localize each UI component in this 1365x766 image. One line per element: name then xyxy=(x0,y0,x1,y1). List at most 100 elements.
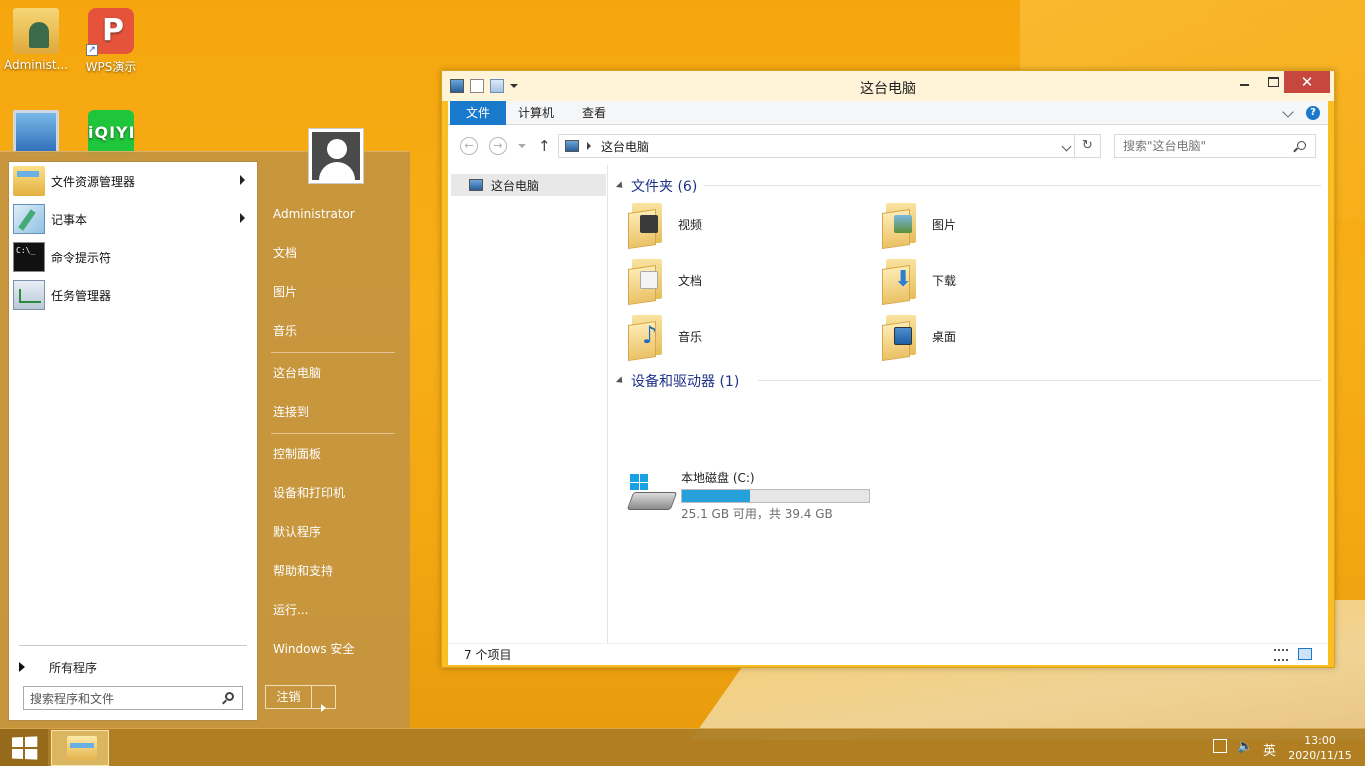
user-avatar[interactable] xyxy=(308,128,364,184)
start-place-default-programs[interactable]: 默认程序 xyxy=(273,522,321,542)
window-title: 这台电脑 xyxy=(860,81,916,97)
group-divider xyxy=(704,185,1321,186)
group-header-label: 设备和驱动器 (1) xyxy=(631,374,740,390)
system-clock[interactable]: 13:00 2020/11/15 xyxy=(1280,733,1360,763)
start-item-cmd[interactable]: C:\_ 命令提示符 xyxy=(9,238,257,276)
folder-item-videos[interactable]: 视频 xyxy=(628,201,702,249)
drive-label: 本地磁盘 (C:) xyxy=(681,471,755,485)
wps-presentation-icon: ↗ xyxy=(86,8,134,56)
search-input[interactable]: 搜索"这台电脑" xyxy=(1114,134,1316,158)
folder-item-music[interactable]: 音乐 xyxy=(628,313,702,361)
large-icons-view-icon[interactable] xyxy=(1298,648,1312,660)
taskbar-file-explorer[interactable] xyxy=(51,730,109,766)
start-place-music[interactable]: 音乐 xyxy=(273,321,297,341)
folder-label: 图片 xyxy=(932,217,957,232)
tab-view[interactable]: 查看 xyxy=(576,101,612,125)
local-disk-icon[interactable] xyxy=(626,474,678,514)
collapse-triangle-icon xyxy=(615,181,626,191)
start-button[interactable] xyxy=(0,729,48,766)
folder-label: 下载 xyxy=(932,273,957,288)
desktop-icon-label: WPS演示 xyxy=(85,60,137,74)
start-place-help-support[interactable]: 帮助和支持 xyxy=(273,561,333,581)
refresh-button[interactable]: ↻ xyxy=(1075,134,1101,158)
this-pc-icon xyxy=(469,179,483,191)
item-count: 7 个项目 xyxy=(464,648,512,662)
music-folder-icon xyxy=(628,313,666,361)
group-divider xyxy=(758,380,1321,381)
maximize-button[interactable] xyxy=(1259,71,1287,93)
group-header-folders[interactable]: 文件夹 (6) xyxy=(615,176,697,196)
start-place-control-panel[interactable]: 控制面板 xyxy=(273,444,321,464)
start-place-connect-to[interactable]: 连接到 xyxy=(273,402,309,422)
breadcrumb-this-pc[interactable]: 这台电脑 xyxy=(601,138,649,155)
file-explorer-icon xyxy=(67,736,97,760)
start-place-windows-security[interactable]: Windows 安全 xyxy=(273,639,354,659)
tab-computer[interactable]: 计算机 xyxy=(512,101,560,125)
videos-folder-icon xyxy=(628,201,666,249)
start-place-user[interactable]: Administrator xyxy=(273,204,355,224)
logout-button[interactable]: 注销 xyxy=(265,685,336,712)
desktop-icon-wps[interactable]: ↗ WPS演示 xyxy=(75,8,147,75)
windows-logo-icon xyxy=(12,736,38,760)
expand-ribbon-chevron-icon[interactable] xyxy=(1282,106,1294,118)
expand-triangle-icon xyxy=(19,662,25,672)
breadcrumb-separator-icon[interactable] xyxy=(587,142,591,150)
start-search-input[interactable]: 搜索程序和文件 xyxy=(23,686,243,710)
computer-icon xyxy=(13,110,59,156)
downloads-folder-icon xyxy=(882,257,920,305)
search-icon[interactable] xyxy=(1297,141,1306,150)
network-icon[interactable] xyxy=(1213,739,1227,753)
folder-label: 文档 xyxy=(678,273,703,288)
group-header-devices[interactable]: 设备和驱动器 (1) xyxy=(615,371,740,391)
help-icon[interactable]: ? xyxy=(1306,106,1320,120)
input-method-indicator[interactable]: 英 xyxy=(1263,740,1276,759)
folder-label: 桌面 xyxy=(932,329,957,344)
divider xyxy=(271,352,395,353)
nav-pane-item-this-pc[interactable]: 这台电脑 xyxy=(451,174,606,196)
details-view-icon[interactable] xyxy=(1274,649,1288,661)
start-place-pictures[interactable]: 图片 xyxy=(273,282,297,302)
submenu-arrow-icon[interactable] xyxy=(240,175,245,185)
drive-space-detail: 25.1 GB 可用，共 39.4 GB xyxy=(681,507,833,521)
start-item-notepad[interactable]: 记事本 xyxy=(9,200,257,238)
window-titlebar[interactable]: 这台电脑 ✕ xyxy=(442,71,1334,101)
clock-time: 13:00 xyxy=(1304,734,1336,747)
folder-item-documents[interactable]: 文档 xyxy=(628,257,703,305)
recent-locations-chevron-icon[interactable] xyxy=(518,144,526,148)
tab-file[interactable]: 文件 xyxy=(450,101,506,125)
start-item-file-explorer[interactable]: 文件资源管理器 xyxy=(9,162,257,200)
desktop-icon-administrator[interactable]: Administ... xyxy=(0,8,72,72)
start-item-label: 任务管理器 xyxy=(51,288,112,303)
forward-button[interactable]: → xyxy=(489,137,507,155)
pictures-folder-icon xyxy=(882,201,920,249)
address-dropdown-chevron-icon[interactable] xyxy=(1061,141,1072,152)
folder-item-desktop[interactable]: 桌面 xyxy=(882,313,957,361)
search-placeholder: 搜索"这台电脑" xyxy=(1123,139,1207,153)
address-bar[interactable]: 这台电脑 xyxy=(558,134,1075,158)
start-place-run[interactable]: 运行... xyxy=(273,600,308,620)
user-folder-icon xyxy=(13,8,59,54)
all-programs-button[interactable]: 所有程序 xyxy=(19,652,97,682)
back-button[interactable]: ← xyxy=(460,137,478,155)
drive-item-c[interactable]: 本地磁盘 (C:) 25.1 GB 可用，共 39.4 GB xyxy=(681,469,870,522)
close-button[interactable]: ✕ xyxy=(1284,71,1330,93)
start-item-task-manager[interactable]: 任务管理器 xyxy=(9,276,257,314)
logout-label: 注销 xyxy=(266,686,312,708)
all-programs-label: 所有程序 xyxy=(49,660,98,675)
search-icon[interactable] xyxy=(225,692,234,701)
minimize-button[interactable] xyxy=(1230,71,1258,93)
cmd-icon: C:\_ xyxy=(13,242,45,272)
volume-icon[interactable]: 🔈 xyxy=(1237,739,1253,754)
user-avatar-icon xyxy=(312,132,360,180)
drive-usage-bar xyxy=(681,489,870,503)
folder-item-pictures[interactable]: 图片 xyxy=(882,201,957,249)
desktop-folder-icon xyxy=(882,313,920,361)
start-place-documents[interactable]: 文档 xyxy=(273,243,297,263)
start-place-devices-printers[interactable]: 设备和打印机 xyxy=(273,483,345,503)
submenu-arrow-icon[interactable] xyxy=(240,213,245,223)
up-button[interactable]: ↑ xyxy=(538,137,551,155)
start-place-this-pc[interactable]: 这台电脑 xyxy=(273,363,321,383)
windows-logo-icon xyxy=(630,474,648,490)
folder-item-downloads[interactable]: 下载 xyxy=(882,257,957,305)
collapse-triangle-icon xyxy=(615,376,626,386)
